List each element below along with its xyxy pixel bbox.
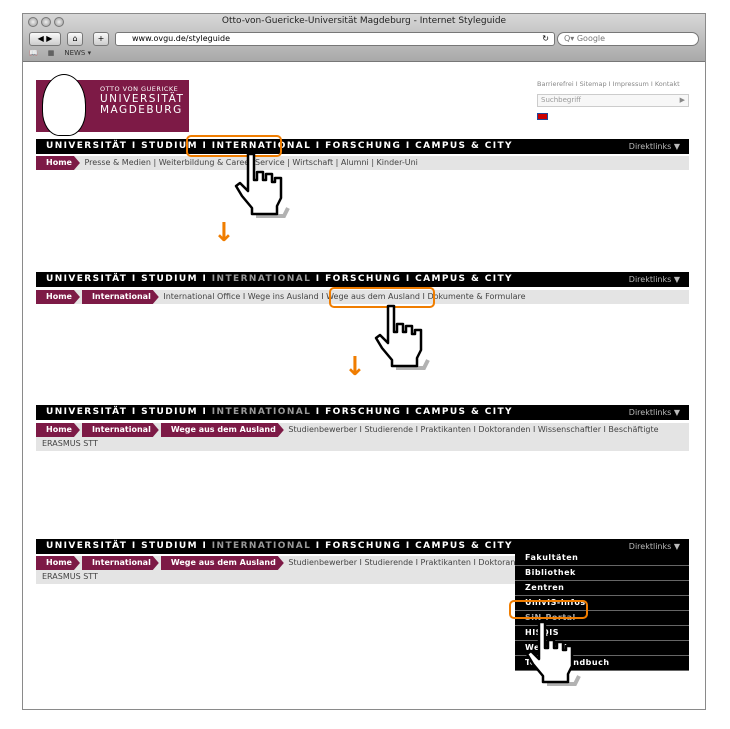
dropdown-item[interactable]: Fakultäten	[515, 551, 689, 566]
home-icon[interactable]: ⌂	[67, 32, 83, 46]
nav-universitaet[interactable]: UNIVERSITÄT	[46, 141, 127, 151]
hand-cursor-icon	[374, 304, 430, 370]
breadcrumb: Home International Wege aus dem Ausland St…	[36, 423, 689, 451]
university-logo[interactable]: OTTO VON GUERICKE UNIVERSITÄT MAGDEBURG	[36, 74, 189, 136]
nav-campus-city[interactable]: CAMPUS & CITY	[415, 141, 513, 151]
crumb-wege-aus-dem-ausland[interactable]: Wege aus dem Ausland	[161, 556, 284, 570]
guericke-portrait	[42, 74, 86, 136]
nav-forschung[interactable]: FORSCHUNG	[325, 141, 401, 151]
main-nav: UNIVERSITÄT I STUDIUM I INTERNATIONAL I …	[36, 139, 689, 154]
sub-nav-links[interactable]: Studienbewerber I Studierende I Praktika…	[288, 425, 658, 434]
add-bookmark-button[interactable]: +	[93, 32, 109, 46]
nav-campus-city[interactable]: CAMPUS & CITY	[415, 274, 513, 284]
meta-links[interactable]: Barrierefrei I Sitemap I Impressum I Kon…	[537, 80, 680, 88]
url-bar[interactable]: www.ovgu.de/styleguide ↻	[115, 32, 555, 46]
crumb-home[interactable]: Home	[36, 556, 80, 570]
english-flag-icon[interactable]	[537, 113, 548, 120]
nav-universitaet[interactable]: UNIVERSITÄT	[46, 407, 127, 417]
nav-universitaet[interactable]: UNIVERSITÄT	[46, 274, 127, 284]
nav-studium[interactable]: STUDIUM	[141, 274, 198, 284]
crumb-international[interactable]: International	[82, 556, 159, 570]
hand-cursor-icon	[234, 152, 290, 218]
search-placeholder: Suchbegriff	[541, 96, 582, 104]
hand-cursor-icon	[525, 620, 581, 686]
logo-name: UNIVERSITÄT MAGDEBURG	[100, 94, 184, 116]
nav-studium[interactable]: STUDIUM	[141, 407, 198, 417]
nav-campus-city[interactable]: CAMPUS & CITY	[415, 407, 513, 417]
nav-universitaet[interactable]: UNIVERSITÄT	[46, 541, 127, 551]
search-input[interactable]: Suchbegriff ▶	[537, 94, 689, 107]
direktlinks-button[interactable]: Direktlinks ▼	[629, 139, 680, 154]
search-submit-icon[interactable]: ▶	[680, 95, 685, 106]
nav-campus-city[interactable]: CAMPUS & CITY	[415, 541, 513, 551]
main-nav: UNIVERSITÄT I STUDIUM I INTERNATIONAL I …	[36, 272, 689, 287]
breadcrumb: Home Presse & Medien | Weiterbildung & C…	[36, 156, 689, 170]
logo-line1: OTTO VON GUERICKE	[100, 85, 179, 93]
sub-nav-erasmus[interactable]: ERASMUS STT	[36, 437, 689, 451]
url-text: www.ovgu.de/styleguide	[132, 34, 231, 43]
crumb-international[interactable]: International	[82, 423, 159, 437]
nav-forschung[interactable]: FORSCHUNG	[325, 541, 401, 551]
nav-international[interactable]: INTERNATIONAL	[212, 407, 311, 417]
main-nav: UNIVERSITÄT I STUDIUM I INTERNATIONAL I …	[36, 405, 689, 420]
direktlinks-button[interactable]: Direktlinks ▼	[629, 272, 680, 287]
crumb-home[interactable]: Home	[36, 156, 80, 170]
highlight-sin-portal	[509, 600, 588, 619]
logo-line3: MAGDEBURG	[100, 104, 183, 116]
crumb-wege-aus-dem-ausland[interactable]: Wege aus dem Ausland	[161, 423, 284, 437]
crumb-international[interactable]: International	[82, 290, 159, 304]
search-placeholder: Google	[576, 34, 606, 43]
dropdown-item[interactable]: Zentren	[515, 581, 689, 596]
back-forward-buttons[interactable]: ◀ ▶	[29, 32, 61, 46]
browser-search[interactable]: Q▾ Google	[557, 32, 699, 46]
nav-forschung[interactable]: FORSCHUNG	[325, 274, 401, 284]
reload-icon[interactable]: ↻	[542, 33, 549, 45]
nav-international[interactable]: INTERNATIONAL	[212, 541, 311, 551]
arrow-down-icon: ↓	[213, 218, 235, 248]
bookmarks-bar: 📖 ▦ NEWS ▾	[29, 49, 91, 57]
nav-international[interactable]: INTERNATIONAL	[212, 274, 311, 284]
browser-chrome: Otto-von-Guericke-Universität Magdeburg …	[23, 14, 705, 62]
arrow-down-icon: ↓	[344, 352, 366, 382]
nav-forschung[interactable]: FORSCHUNG	[325, 407, 401, 417]
direktlinks-button[interactable]: Direktlinks ▼	[629, 405, 680, 420]
dropdown-item[interactable]: Bibliothek	[515, 566, 689, 581]
crumb-home[interactable]: Home	[36, 290, 80, 304]
window-title: Otto-von-Guericke-Universität Magdeburg …	[221, 16, 507, 26]
nav-studium[interactable]: STUDIUM	[141, 541, 198, 551]
bookmark-news[interactable]: NEWS ▾	[64, 49, 91, 57]
bookmarks-icon[interactable]: 📖	[29, 49, 38, 57]
top-sites-icon[interactable]: ▦	[48, 49, 55, 57]
crumb-home[interactable]: Home	[36, 423, 80, 437]
